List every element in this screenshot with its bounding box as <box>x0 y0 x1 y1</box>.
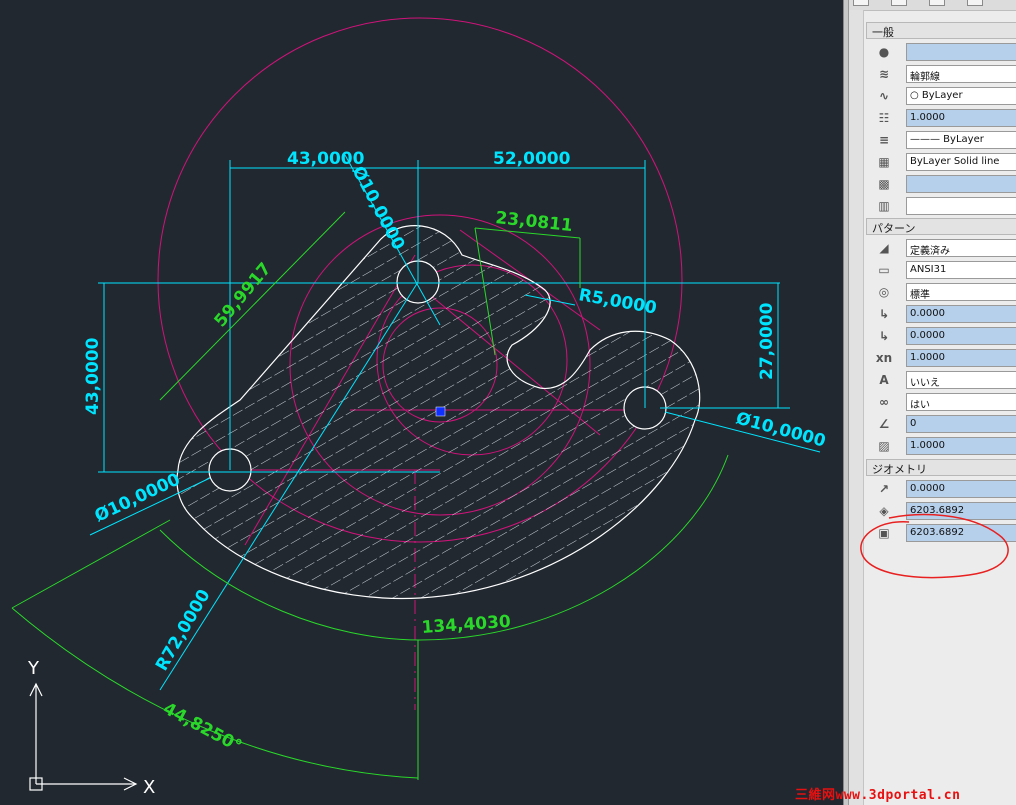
dim-43-vert[interactable]: 43,0000 <box>83 337 103 415</box>
layer-icon: ≋ <box>878 66 890 81</box>
dim-angle[interactable]: 44,8250° <box>160 699 245 757</box>
properties-panel: 一般 ● ≋ 輪郭線 ∿ ○ ByLayer ☷ 1.0000 ≡ ——— ByLayer ▦ By… <box>849 0 1016 805</box>
property-row[interactable]: ∞ はい <box>866 391 1016 412</box>
property-row[interactable]: ∠ 0 <box>866 413 1016 434</box>
property-row[interactable]: ↗ 0.0000 <box>866 478 1016 499</box>
dim-r72[interactable]: R72,0000 <box>152 586 215 675</box>
property-value[interactable]: 1.0000 <box>906 349 1016 367</box>
property-value[interactable]: いいえ <box>906 371 1016 389</box>
property-value[interactable]: 6203.6892 <box>906 524 1016 542</box>
spacing-icon: ▨ <box>878 438 890 453</box>
ucs-y-label: Y <box>27 658 40 679</box>
property-row[interactable]: ◢ 定義済み <box>866 237 1016 258</box>
dim-43-horiz[interactable]: 43,0000 <box>287 149 365 169</box>
linetype-icon: ∿ <box>878 88 890 103</box>
hyperlink-icon: ▥ <box>878 198 890 213</box>
origin-x-icon: ↳ <box>878 306 890 321</box>
property-row[interactable]: ≋ 輪郭線 <box>866 63 1016 84</box>
origin-y-icon: ↳ <box>878 328 890 343</box>
dim-134[interactable]: 134,4030 <box>421 612 512 638</box>
dim-27[interactable]: 27,0000 <box>757 302 777 380</box>
area-icon: ◈ <box>879 503 889 518</box>
angle-icon: ∠ <box>878 416 890 431</box>
property-value[interactable]: ANSI31 <box>906 261 1016 279</box>
property-value[interactable]: 0.0000 <box>906 327 1016 345</box>
property-value[interactable]: 0.0000 <box>906 480 1016 498</box>
property-value[interactable]: 0 <box>906 415 1016 433</box>
hatch-type-icon: ◢ <box>879 240 889 255</box>
associative-icon: ∞ <box>879 394 889 409</box>
transparency-icon: ▩ <box>878 176 890 191</box>
property-value[interactable]: 輪郭線 <box>906 65 1016 83</box>
toolbar-button-3[interactable] <box>929 0 945 6</box>
property-value[interactable] <box>906 43 1016 61</box>
property-row[interactable]: ▩ <box>866 173 1016 194</box>
section-geometry[interactable]: ジオメトリ <box>866 459 1016 476</box>
property-row[interactable]: ↳ 0.0000 <box>866 303 1016 324</box>
property-value[interactable]: 6203.6892 <box>906 502 1016 520</box>
toolbar-button-1[interactable] <box>853 0 869 6</box>
property-value[interactable]: ByLayer Solid line <box>906 153 1016 171</box>
color-icon: ● <box>878 44 890 59</box>
property-row[interactable]: xn 1.0000 <box>866 347 1016 368</box>
dim-r5[interactable]: R5,0000 <box>577 285 658 318</box>
property-row[interactable]: ≡ ——— ByLayer <box>866 129 1016 150</box>
toolbar-button-4[interactable] <box>967 0 983 6</box>
property-row[interactable]: ▨ 1.0000 <box>866 435 1016 456</box>
dim-52-horiz[interactable]: 52,0000 <box>493 149 571 169</box>
property-value[interactable]: 0.0000 <box>906 305 1016 323</box>
property-row[interactable]: ▭ ANSI31 <box>866 259 1016 280</box>
panel-toolbar-strip <box>849 0 1016 11</box>
dim-23[interactable]: 23,0811 <box>494 208 573 236</box>
elevation-z-icon: ↗ <box>878 481 890 496</box>
property-value[interactable]: ——— ByLayer <box>906 131 1016 149</box>
toolbar-button-2[interactable] <box>891 0 907 6</box>
property-row[interactable]: ▣ 6203.6892 <box>866 522 1016 543</box>
property-value[interactable]: ○ ByLayer <box>906 87 1016 105</box>
property-value[interactable] <box>906 197 1016 215</box>
section-pattern[interactable]: パターン <box>866 218 1016 235</box>
linetype-scale-icon: ☷ <box>878 110 890 125</box>
center-grip[interactable] <box>435 406 446 417</box>
property-value[interactable]: 1.0000 <box>906 437 1016 455</box>
dim-59[interactable]: 59,9917 <box>211 259 276 331</box>
lineweight-icon: ≡ <box>878 132 890 147</box>
annotative-a-icon: A <box>879 372 889 387</box>
property-value[interactable]: はい <box>906 393 1016 411</box>
property-row[interactable]: ◈ 6203.6892 <box>866 500 1016 521</box>
area-total-icon: ▣ <box>878 525 890 540</box>
watermark-text: 三維网www.3dportal.cn <box>795 788 961 803</box>
scale-xn-icon: xn <box>875 350 893 365</box>
cad-drawing[interactable]: 43,0000 52,0000 Ø10,0000 23,0811 59,9917… <box>0 0 843 805</box>
property-row[interactable]: ↳ 0.0000 <box>866 325 1016 346</box>
ucs-icon <box>29 682 138 791</box>
property-value[interactable]: 定義済み <box>906 239 1016 257</box>
panel-side-strip <box>849 10 864 805</box>
property-value[interactable]: 1.0000 <box>906 109 1016 127</box>
drawing-canvas[interactable]: 43,0000 52,0000 Ø10,0000 23,0811 59,9917… <box>0 0 843 805</box>
property-value[interactable]: 標準 <box>906 283 1016 301</box>
property-row[interactable]: ▦ ByLayer Solid line <box>866 151 1016 172</box>
plot-style-icon: ▦ <box>878 154 890 169</box>
property-row[interactable]: ● <box>866 41 1016 62</box>
ucs-x-label: X <box>143 777 155 798</box>
property-value[interactable] <box>906 175 1016 193</box>
property-row[interactable]: ☷ 1.0000 <box>866 107 1016 128</box>
dim-dia-right[interactable]: Ø10,0000 <box>734 409 828 452</box>
property-row[interactable]: A いいえ <box>866 369 1016 390</box>
property-row[interactable]: ∿ ○ ByLayer <box>866 85 1016 106</box>
property-row[interactable]: ◎ 標準 <box>866 281 1016 302</box>
section-general[interactable]: 一般 <box>866 22 1016 39</box>
dim-dia-left[interactable]: Ø10,0000 <box>92 470 184 527</box>
property-row[interactable]: ▥ <box>866 195 1016 216</box>
pattern-name-icon: ▭ <box>878 262 890 277</box>
annotative-scale-icon: ◎ <box>878 284 890 299</box>
